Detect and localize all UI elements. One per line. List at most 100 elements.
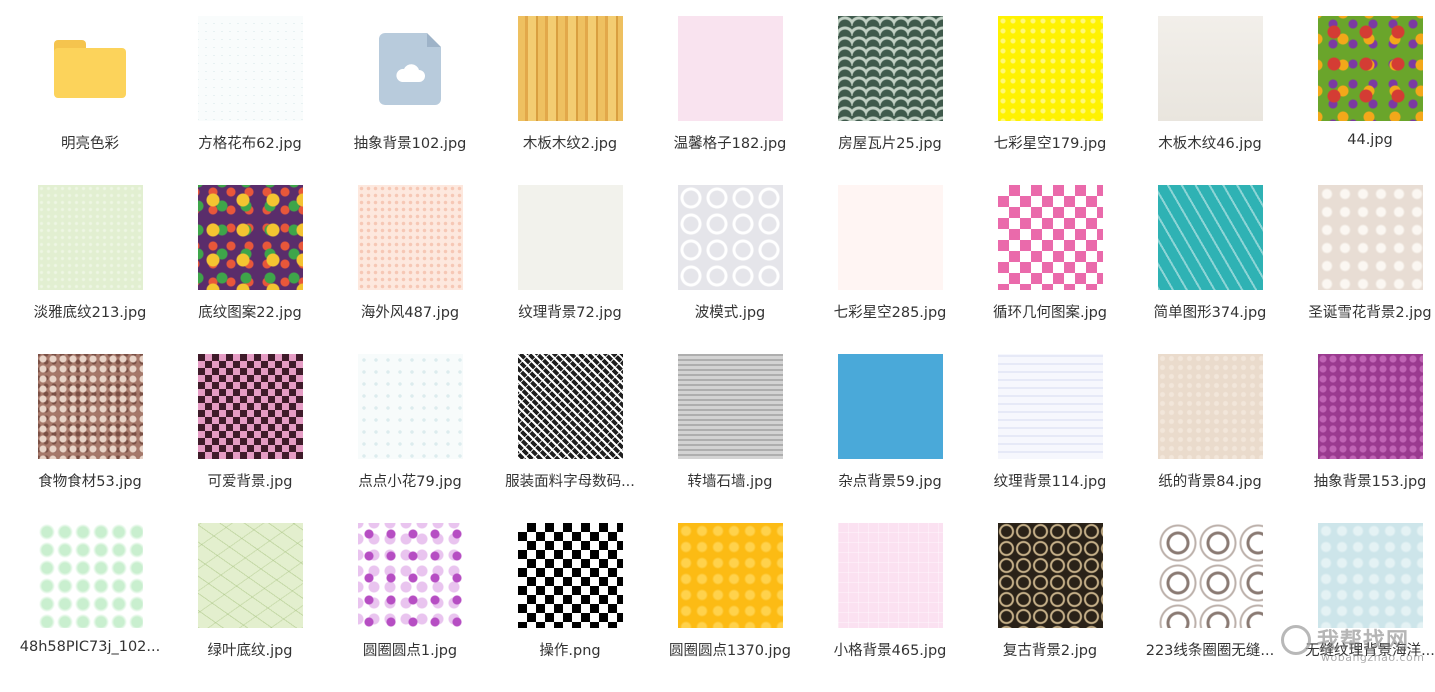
file-item[interactable]: 圆圈圆点1370.jpg (650, 523, 810, 692)
file-label: 循环几何图案.jpg (992, 305, 1108, 321)
file-item[interactable]: 复古背景2.jpg (970, 523, 1130, 692)
file-label: 转墙石墙.jpg (687, 474, 773, 490)
file-item[interactable]: 圆圈圆点1.jpg (330, 523, 490, 692)
folder-item[interactable]: 明亮色彩 (10, 16, 170, 185)
image-thumbnail (517, 354, 623, 459)
search-icon (1281, 625, 1311, 655)
image-thumbnail (677, 185, 783, 290)
image-thumbnail (997, 354, 1103, 459)
image-thumbnail (1317, 354, 1423, 459)
file-label: 48h58PIC73j_102... (19, 639, 161, 655)
image-thumbnail (517, 523, 623, 628)
file-grid: 明亮色彩 方格花布62.jpg 抽象背景102.jpg 木板木纹2.jpg 温馨格子18… (10, 16, 1435, 692)
file-item[interactable]: 循环几何图案.jpg (970, 185, 1130, 354)
image-thumbnail (837, 354, 943, 459)
file-item[interactable]: 小格背景465.jpg (810, 523, 970, 692)
image-thumbnail (197, 185, 303, 290)
image-thumbnail (837, 16, 943, 121)
file-item[interactable]: 方格花布62.jpg (170, 16, 330, 185)
image-thumbnail (197, 354, 303, 459)
file-item[interactable]: 纹理背景72.jpg (490, 185, 650, 354)
file-label: 抽象背景102.jpg (353, 136, 467, 152)
file-item[interactable]: 48h58PIC73j_102... (10, 523, 170, 692)
file-item[interactable]: 温馨格子182.jpg (650, 16, 810, 185)
image-thumbnail (1157, 16, 1263, 121)
file-label: 可爱背景.jpg (207, 474, 293, 490)
image-thumbnail (997, 523, 1103, 628)
file-item[interactable]: 七彩星空179.jpg (970, 16, 1130, 185)
file-label: 七彩星空179.jpg (993, 136, 1107, 152)
file-item[interactable]: 海外风487.jpg (330, 185, 490, 354)
file-item[interactable]: 房屋瓦片25.jpg (810, 16, 970, 185)
image-thumbnail (517, 185, 623, 290)
image-thumbnail (837, 185, 943, 290)
watermark-domain: wobangzhao.com (1321, 651, 1425, 664)
file-label: 绿叶底纹.jpg (207, 643, 293, 659)
image-thumbnail (37, 354, 143, 459)
file-label: 小格背景465.jpg (833, 643, 947, 659)
file-label: 房屋瓦片25.jpg (838, 136, 942, 152)
folder-icon (38, 16, 143, 121)
file-label: 抽象背景153.jpg (1313, 474, 1427, 490)
file-label: 杂点背景59.jpg (838, 474, 942, 490)
file-item[interactable]: 服装面料字母数码... (490, 354, 650, 523)
image-thumbnail (37, 185, 143, 290)
file-label: 温馨格子182.jpg (673, 136, 787, 152)
image-thumbnail (677, 354, 783, 459)
file-item[interactable]: 44.jpg (1290, 16, 1435, 185)
file-label: 圆圈圆点1.jpg (362, 643, 458, 659)
image-thumbnail (677, 523, 783, 628)
image-thumbnail (1317, 523, 1423, 628)
file-label: 服装面料字母数码... (505, 474, 635, 490)
image-thumbnail (677, 16, 783, 121)
file-label: 简单图形374.jpg (1153, 305, 1267, 321)
file-item[interactable]: 底纹图案22.jpg (170, 185, 330, 354)
image-thumbnail (197, 523, 303, 628)
image-thumbnail (1157, 185, 1263, 290)
file-label: 纸的背景84.jpg (1158, 474, 1262, 490)
file-item[interactable]: 点点小花79.jpg (330, 354, 490, 523)
file-label: 木板木纹2.jpg (522, 136, 618, 152)
file-item[interactable]: 圣诞雪花背景2.jpg (1290, 185, 1435, 354)
file-label: 海外风487.jpg (360, 305, 460, 321)
image-thumbnail (997, 185, 1103, 290)
image-thumbnail (357, 523, 463, 628)
file-label: 操作.png (539, 643, 601, 659)
file-label: 波模式.jpg (694, 305, 766, 321)
file-item[interactable]: 转墙石墙.jpg (650, 354, 810, 523)
file-item[interactable]: 纸的背景84.jpg (1130, 354, 1290, 523)
file-label: 食物食材53.jpg (38, 474, 142, 490)
image-thumbnail (837, 523, 943, 628)
image-thumbnail (1317, 185, 1423, 290)
image-thumbnail (1157, 523, 1263, 628)
file-label: 圆圈圆点1370.jpg (669, 643, 791, 659)
file-item[interactable]: 绿叶底纹.jpg (170, 523, 330, 692)
file-label: 圣诞雪花背景2.jpg (1308, 305, 1432, 321)
file-item[interactable]: 淡雅底纹213.jpg (10, 185, 170, 354)
file-item[interactable]: 食物食材53.jpg (10, 354, 170, 523)
image-thumbnail (357, 354, 463, 459)
file-item[interactable]: 抽象背景153.jpg (1290, 354, 1435, 523)
image-thumbnail (1157, 354, 1263, 459)
file-item[interactable]: 简单图形374.jpg (1130, 185, 1290, 354)
file-item[interactable]: 抽象背景102.jpg (330, 16, 490, 185)
file-label: 纹理背景114.jpg (993, 474, 1107, 490)
file-label: 44.jpg (1347, 132, 1393, 148)
file-item[interactable]: 操作.png (490, 523, 650, 692)
image-thumbnail (517, 16, 623, 121)
file-item[interactable]: 纹理背景114.jpg (970, 354, 1130, 523)
image-thumbnail (37, 523, 143, 628)
file-label: 底纹图案22.jpg (198, 305, 302, 321)
file-item[interactable]: 杂点背景59.jpg (810, 354, 970, 523)
file-item[interactable]: 木板木纹2.jpg (490, 16, 650, 185)
file-item[interactable]: 七彩星空285.jpg (810, 185, 970, 354)
watermark-logo: 我帮找网 wobangzhao.com (1281, 619, 1429, 669)
image-thumbnail (357, 185, 463, 290)
file-item[interactable]: 223线条圈圈无缝... (1130, 523, 1290, 692)
file-label: 木板木纹46.jpg (1158, 136, 1262, 152)
file-item[interactable]: 木板木纹46.jpg (1130, 16, 1290, 185)
image-thumbnail (1317, 16, 1423, 121)
file-item[interactable]: 波模式.jpg (650, 185, 810, 354)
file-label: 223线条圈圈无缝... (1145, 643, 1275, 659)
file-item[interactable]: 可爱背景.jpg (170, 354, 330, 523)
